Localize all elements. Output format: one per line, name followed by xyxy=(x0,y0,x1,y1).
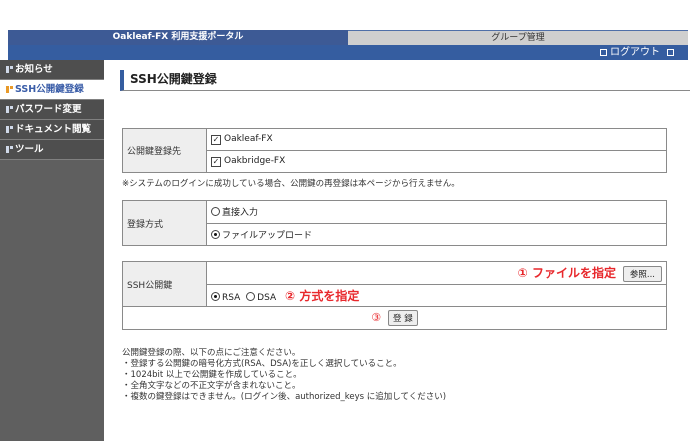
sidebar: お知らせ SSH公開鍵登録 パスワード変更 ドキュメント閲覧 ツール xyxy=(0,60,104,441)
key-type-row: RSA DSA ② 方式を指定 xyxy=(206,283,667,307)
logout-icon xyxy=(600,49,607,56)
radio-label-dsa: DSA xyxy=(257,292,277,303)
notes-line: ・複数の鍵登録はできません。(ログイン後、authorized_keys に追加… xyxy=(122,392,447,402)
checkbox-oakleaf-fx[interactable]: ✓ Oakleaf-FX xyxy=(206,128,667,151)
sidebar-item-password[interactable]: パスワード変更 xyxy=(0,100,104,120)
register-target-table: 公開鍵登録先 ✓ Oakleaf-FX ✓ Oakbridge-FX xyxy=(122,128,667,173)
sidebar-item-news[interactable]: お知らせ xyxy=(0,60,104,80)
menu-bullet-icon xyxy=(6,106,13,113)
sidebar-item-tools[interactable]: ツール xyxy=(0,140,104,160)
checkbox-checked-icon[interactable]: ✓ xyxy=(211,135,221,145)
file-input-row[interactable]: ① ファイルを指定 参照... xyxy=(206,261,667,285)
register-method-table: 登録方式 直接入力 ファイルアップロード xyxy=(122,200,667,246)
radio-icon[interactable] xyxy=(211,207,220,217)
sidebar-item-label: ドキュメント閲覧 xyxy=(15,124,92,135)
submit-annotation: ③ xyxy=(371,311,382,324)
file-annotation: ① ファイルを指定 xyxy=(517,265,617,280)
logout-link[interactable]: ログアウト xyxy=(600,45,674,60)
logout-label: ログアウト xyxy=(610,47,660,58)
notes-line: ・全角文字などの不正文字が含まれないこと。 xyxy=(122,381,301,391)
sidebar-item-label: パスワード変更 xyxy=(15,104,82,115)
type-annotation: ② 方式を指定 xyxy=(285,288,360,303)
menu-bullet-icon xyxy=(6,146,13,153)
sidebar-item-label: ツール xyxy=(15,144,44,155)
browse-button[interactable]: 参照... xyxy=(622,265,662,282)
notes-block: 公開鍵登録の際、以下の点にご注意ください。 ・登録する公開鍵の暗号化方式(RSA… xyxy=(122,348,446,403)
radio-rsa-icon[interactable] xyxy=(211,291,220,301)
radio-label: ファイルアップロード xyxy=(222,230,313,241)
main-content: SSH公開鍵登録 公開鍵登録先 ✓ Oakleaf-FX ✓ Oakbridge-F… xyxy=(104,60,694,441)
ssh-key-label: SSH公開鍵 xyxy=(122,261,207,307)
page-title: SSH公開鍵登録 xyxy=(120,70,690,91)
notes-line: 公開鍵登録の際、以下の点にご注意ください。 xyxy=(122,348,301,358)
sub-header-bar: ログアウト xyxy=(8,45,688,60)
checkbox-oakbridge-fx[interactable]: ✓ Oakbridge-FX xyxy=(206,150,667,173)
menu-bullet-icon xyxy=(6,86,13,93)
radio-selected-icon[interactable] xyxy=(211,229,220,239)
radio-direct-input[interactable]: 直接入力 xyxy=(206,200,667,224)
radio-label-rsa: RSA xyxy=(222,292,241,303)
radio-dsa-icon[interactable] xyxy=(246,291,256,301)
register-target-label: 公開鍵登録先 xyxy=(122,128,207,173)
checkbox-checked-icon[interactable]: ✓ xyxy=(211,157,221,167)
sidebar-item-label: SSH公開鍵登録 xyxy=(15,84,84,95)
register-button[interactable]: 登 録 xyxy=(388,310,418,326)
external-link-icon xyxy=(667,49,674,56)
sidebar-item-documents[interactable]: ドキュメント閲覧 xyxy=(0,120,104,140)
radio-label: 直接入力 xyxy=(222,208,259,219)
menu-bullet-icon xyxy=(6,66,13,73)
submit-row: ③ 登 録 xyxy=(122,306,667,330)
sidebar-item-ssh-key[interactable]: SSH公開鍵登録 xyxy=(0,80,104,100)
tab-group-management[interactable]: グループ管理 xyxy=(348,31,688,45)
portal-title-tab[interactable]: Oakleaf-FX 利用支援ポータル xyxy=(8,30,348,45)
ssh-key-table: SSH公開鍵 ① ファイルを指定 参照... RSA DSA ② 方式を指定 ③… xyxy=(122,261,667,330)
register-method-label: 登録方式 xyxy=(122,200,207,246)
notes-line: ・1024bit 以上で公開鍵を作成していること。 xyxy=(122,370,302,380)
checkbox-label: Oakleaf-FX xyxy=(224,134,273,144)
register-target-note: ※システムのログインに成功している場合、公開鍵の再登録は本ページから行えません。 xyxy=(122,179,460,189)
notes-line: ・登録する公開鍵の暗号化方式(RSA、DSA)を正しく選択していること。 xyxy=(122,359,402,369)
checkbox-label: Oakbridge-FX xyxy=(224,156,286,166)
radio-file-upload[interactable]: ファイルアップロード xyxy=(206,222,667,246)
sidebar-item-label: お知らせ xyxy=(15,64,53,75)
menu-bullet-icon xyxy=(6,126,13,133)
